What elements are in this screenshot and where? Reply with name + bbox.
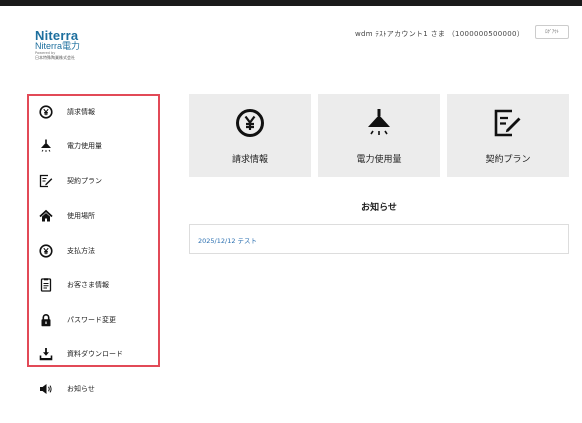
notice-link[interactable]: 2025/12/12 テスト	[198, 235, 257, 245]
lamp-icon	[38, 138, 54, 154]
sidebar-item-label: 契約プラン	[67, 177, 102, 185]
sidebar-item-label: お客さま情報	[67, 281, 109, 289]
sidebar-item-download[interactable]: 資料ダウンロード	[38, 344, 160, 364]
sidebar-item-label: 使用場所	[67, 212, 95, 220]
tile-billing[interactable]: 請求情報	[189, 94, 311, 177]
sidebar-item-payment[interactable]: 支払方法	[38, 241, 160, 261]
yen-circle-icon	[38, 104, 54, 120]
sidebar-item-label: 資料ダウンロード	[67, 350, 123, 358]
yen-circle-icon	[189, 108, 311, 138]
sidebar-item-usage[interactable]: 電力使用量	[38, 136, 160, 156]
tile-label: 電力使用量	[356, 155, 402, 165]
logout-button[interactable]: ﾛｸﾞｱｳﾄ	[535, 25, 569, 39]
notices-title: お知らせ	[361, 203, 397, 213]
tile-usage[interactable]: 電力使用量	[318, 94, 440, 177]
lock-icon	[38, 312, 54, 328]
sidebar-item-contract[interactable]: 契約プラン	[38, 171, 160, 191]
tile-label: 契約プラン	[485, 155, 531, 165]
sidebar-item-notices[interactable]: お知らせ	[38, 379, 160, 399]
contract-edit-icon	[447, 108, 569, 138]
tile-contract[interactable]: 契約プラン	[447, 94, 569, 177]
home-icon	[38, 208, 54, 224]
sidebar-item-password[interactable]: パスワード変更	[38, 310, 160, 330]
sidebar-item-label: お知らせ	[67, 385, 95, 393]
document-icon	[38, 277, 54, 293]
brand-corp: 日本特殊陶業株式会社	[35, 55, 75, 60]
notices-list: 2025/12/12 テスト	[189, 224, 569, 254]
contract-edit-icon	[38, 173, 54, 189]
tile-label: 請求情報	[231, 155, 268, 165]
sidebar-item-label: 支払方法	[67, 247, 95, 255]
sidebar-item-billing[interactable]: 請求情報	[38, 102, 160, 122]
speaker-icon	[38, 381, 54, 397]
brand-logo[interactable]: Niterra Niterra電力 Powered by 日本特殊陶業株式会社	[35, 28, 81, 60]
sidebar-item-location[interactable]: 使用場所	[38, 206, 160, 226]
sidebar-item-label: 請求情報	[67, 108, 95, 116]
sidebar-item-label: パスワード変更	[67, 316, 116, 324]
lamp-icon	[318, 108, 440, 138]
sidebar-item-customer-info[interactable]: お客さま情報	[38, 275, 160, 295]
brand-sub: Niterra電力	[35, 41, 81, 51]
yen-circle-icon	[38, 243, 54, 259]
sidebar-item-label: 電力使用量	[67, 142, 102, 150]
user-info: wdm ﾃｽﾄアカウント1 さま （1000000500000）	[355, 30, 525, 38]
download-icon	[38, 346, 54, 362]
brand-name: Niterra	[35, 28, 79, 43]
